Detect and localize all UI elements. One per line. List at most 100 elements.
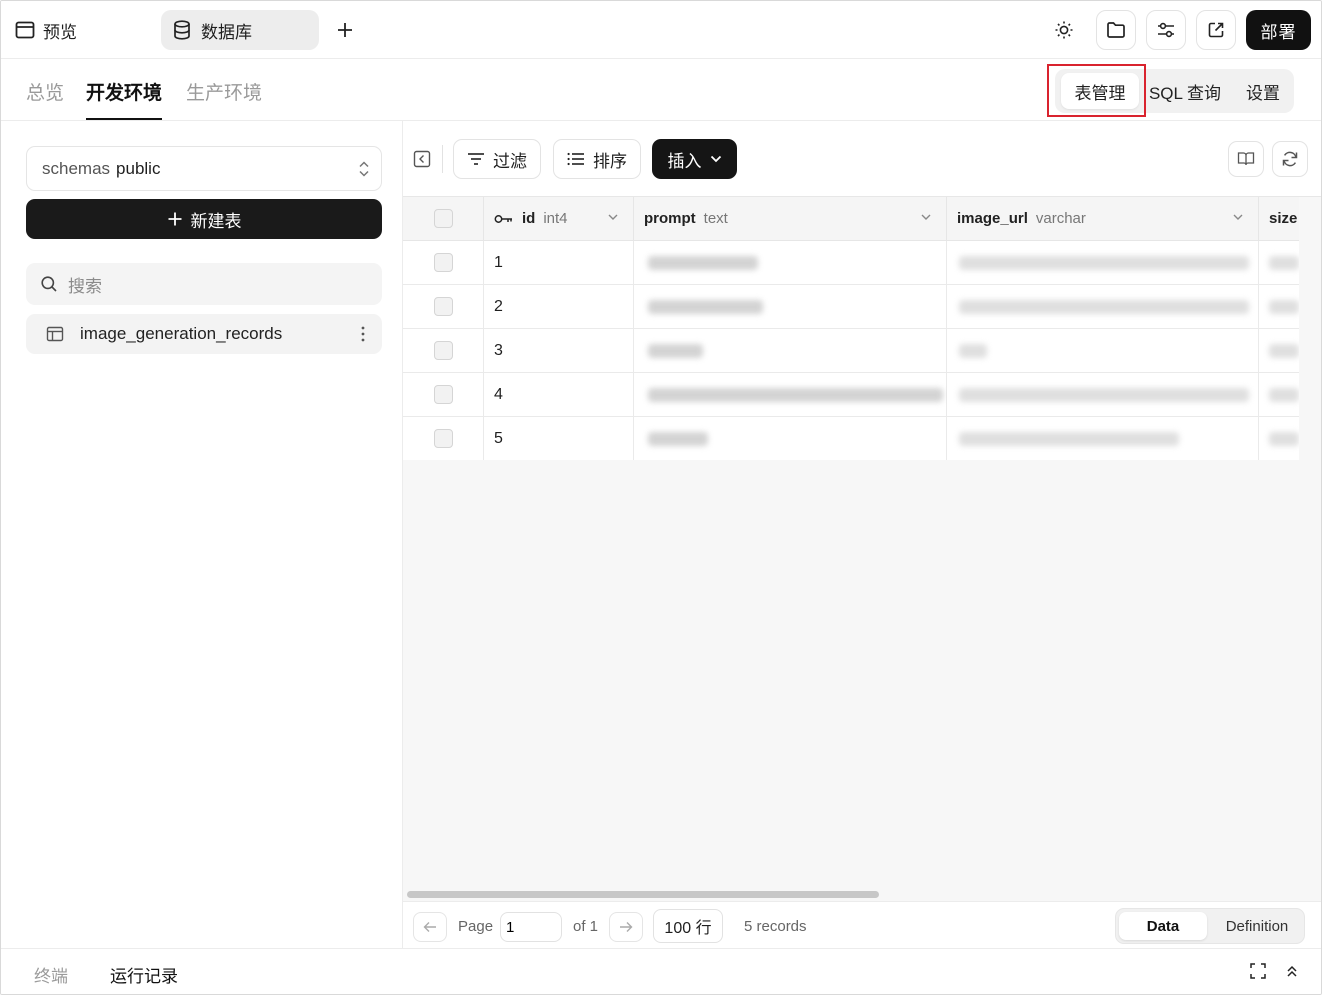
row-checkbox[interactable]: [433, 429, 453, 448]
page-count-label: of 1: [573, 918, 599, 935]
deploy-button[interactable]: 部署: [1246, 10, 1311, 50]
row-checkbox[interactable]: [433, 341, 453, 360]
image-url-cell[interactable]: [947, 285, 1259, 329]
collapse-sidebar-icon[interactable]: [413, 150, 431, 168]
preview-tab-label: 预览: [43, 22, 77, 42]
column-header-size[interactable]: size: [1259, 197, 1299, 241]
theme-toggle-button[interactable]: [1049, 14, 1079, 46]
tables-sidebar: schemas public 新建表 搜索 image_generation_r…: [5, 121, 402, 948]
size-cell[interactable]: [1259, 241, 1299, 285]
folder-button[interactable]: [1096, 10, 1136, 50]
view-definition-tab[interactable]: Definition: [1212, 912, 1302, 940]
database-tab-label: 数据库: [201, 22, 252, 42]
size-cell[interactable]: [1259, 285, 1299, 329]
column-header-image-url[interactable]: image_url varchar: [947, 197, 1259, 241]
redacted-text: [648, 299, 763, 314]
preview-tab[interactable]: 预览: [15, 15, 77, 45]
redacted-text: [1269, 255, 1299, 270]
redacted-text: [1269, 387, 1299, 402]
sort-label: 排序: [593, 151, 627, 171]
docs-button[interactable]: [1228, 141, 1264, 177]
open-external-button[interactable]: [1196, 10, 1236, 50]
id-cell[interactable]: 4: [484, 373, 634, 417]
image-url-cell[interactable]: [947, 373, 1259, 417]
fullscreen-icon[interactable]: [1249, 962, 1267, 980]
bottom-panel-bar: 终端 运行记录: [1, 948, 1321, 994]
chevrons-up-icon[interactable]: [1285, 963, 1299, 979]
redacted-text: [959, 299, 1249, 314]
select-all-checkbox[interactable]: [433, 209, 453, 228]
id-cell[interactable]: 1: [484, 241, 634, 285]
id-cell[interactable]: 2: [484, 285, 634, 329]
rows-per-page-select[interactable]: 100 行: [653, 909, 723, 943]
tab-run-log[interactable]: 运行记录: [110, 962, 178, 987]
chevron-down-icon[interactable]: [920, 211, 932, 223]
prompt-cell[interactable]: [634, 373, 947, 417]
key-icon: [494, 214, 512, 223]
table-search-input[interactable]: 搜索: [26, 263, 382, 305]
browser-window-icon: [15, 21, 35, 39]
row-checkbox[interactable]: [433, 385, 453, 404]
chevron-down-icon[interactable]: [607, 211, 619, 223]
image-url-cell[interactable]: [947, 329, 1259, 373]
prompt-cell[interactable]: [634, 241, 947, 285]
settings-sliders-button[interactable]: [1146, 10, 1186, 50]
page-number-input[interactable]: [500, 912, 562, 942]
pagination-bar: Page of 1 100 行 5 records Data Definitio…: [403, 901, 1321, 948]
redacted-text: [1269, 431, 1299, 446]
next-page-button[interactable]: [609, 912, 643, 942]
view-data-tab[interactable]: Data: [1119, 912, 1207, 940]
tab-prod-env[interactable]: 生产环境: [186, 78, 262, 120]
prev-page-button[interactable]: [413, 912, 447, 942]
image-url-cell[interactable]: [947, 241, 1259, 285]
horizontal-scrollbar[interactable]: [407, 891, 879, 898]
column-header-id[interactable]: id int4: [484, 197, 634, 241]
plus-icon: [338, 23, 352, 37]
search-placeholder: 搜索: [68, 276, 102, 296]
redacted-text: [648, 387, 943, 402]
prompt-cell[interactable]: [634, 329, 947, 373]
tab-terminal[interactable]: 终端: [34, 962, 68, 987]
sort-button[interactable]: 排序: [553, 139, 641, 179]
redacted-text: [648, 343, 703, 358]
more-vertical-icon[interactable]: [360, 325, 366, 343]
redacted-text: [1269, 299, 1299, 314]
prompt-cell[interactable]: [634, 417, 947, 460]
chevron-down-icon: [710, 155, 721, 163]
tab-dev-env[interactable]: 开发环境: [86, 78, 163, 120]
chevron-down-icon[interactable]: [1232, 211, 1244, 223]
database-tab[interactable]: 数据库: [161, 10, 319, 50]
row-select-cell: [403, 329, 484, 373]
sidebar-item-table[interactable]: image_generation_records: [26, 314, 382, 354]
schema-select[interactable]: schemas public: [26, 146, 382, 191]
redacted-text: [959, 431, 1179, 446]
redacted-text: [959, 387, 1249, 402]
id-cell[interactable]: 5: [484, 417, 634, 460]
insert-button[interactable]: 插入: [652, 139, 737, 179]
add-tab-button[interactable]: [333, 15, 357, 45]
app-window: 预览 数据库 部署 总览 开发环境 生产环境 表管理 SQL 查询 设置 sch…: [0, 0, 1322, 995]
new-table-button[interactable]: 新建表: [26, 199, 382, 239]
size-cell[interactable]: [1259, 329, 1299, 373]
filter-button[interactable]: 过滤: [453, 139, 541, 179]
segment-settings[interactable]: 设置: [1237, 73, 1289, 109]
table-name: image_generation_records: [80, 324, 283, 343]
row-checkbox[interactable]: [433, 297, 453, 316]
redacted-text: [1269, 343, 1299, 358]
tab-overview[interactable]: 总览: [26, 78, 64, 120]
row-checkbox[interactable]: [433, 253, 453, 272]
column-name: image_url: [957, 210, 1028, 227]
column-name: prompt: [644, 210, 696, 227]
redacted-text: [648, 255, 758, 270]
new-table-label: 新建表: [190, 211, 242, 231]
prompt-cell[interactable]: [634, 285, 947, 329]
size-cell[interactable]: [1259, 417, 1299, 460]
size-cell[interactable]: [1259, 373, 1299, 417]
segment-sql-query[interactable]: SQL 查询: [1144, 73, 1226, 109]
column-header-prompt[interactable]: prompt text: [634, 197, 947, 241]
refresh-button[interactable]: [1272, 141, 1308, 177]
redacted-text: [959, 343, 987, 358]
image-url-cell[interactable]: [947, 417, 1259, 460]
book-open-icon: [1237, 152, 1255, 166]
id-cell[interactable]: 3: [484, 329, 634, 373]
